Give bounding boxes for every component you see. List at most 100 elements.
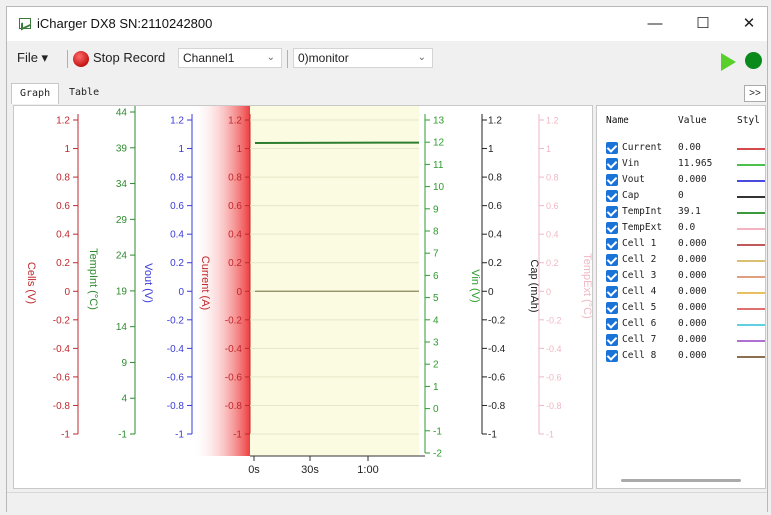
series-style-line[interactable] xyxy=(737,180,765,182)
series-row[interactable]: Cell 6 0.000 xyxy=(597,316,765,332)
cap-tick-label: 1 xyxy=(488,144,494,155)
series-style-line[interactable] xyxy=(737,196,765,198)
series-checkbox[interactable] xyxy=(606,270,618,282)
series-row[interactable]: Cell 1 0.000 xyxy=(597,236,765,252)
series-row[interactable]: Cell 7 0.000 xyxy=(597,332,765,348)
series-style-line[interactable] xyxy=(737,164,765,166)
current-tick-label: -0.6 xyxy=(225,372,243,383)
series-row[interactable]: Cell 3 0.000 xyxy=(597,268,765,284)
cap-tick-label: 0.2 xyxy=(488,258,502,269)
series-checkbox[interactable] xyxy=(606,334,618,346)
cells-tick-label: 1.2 xyxy=(56,116,70,127)
cap-tick-label: -0.8 xyxy=(488,401,506,412)
vin-tick-label: 5 xyxy=(433,293,439,304)
vin-tick-label: -2 xyxy=(433,449,442,460)
series-checkbox[interactable] xyxy=(606,158,618,170)
series-style-line[interactable] xyxy=(737,340,765,342)
series-row[interactable]: Cell 8 0.000 xyxy=(597,348,765,364)
tempext-tick-label: 0.2 xyxy=(546,258,559,268)
cells-tick-label: -0.2 xyxy=(53,315,71,326)
current-tick-label: 1 xyxy=(236,144,242,155)
series-style-line[interactable] xyxy=(737,212,765,214)
maximize-button[interactable]: ☐ xyxy=(683,13,723,35)
graph-area[interactable]: 1.2 1 0.8 0.6 0.4 0.2 0 -0.2 -0.4 -0.6 -0.8 -1 Cells… xyxy=(13,105,593,489)
series-name: Cell 8 xyxy=(622,350,657,361)
horizontal-scrollbar[interactable] xyxy=(621,479,741,482)
series-name: Cell 2 xyxy=(622,254,657,265)
series-checkbox[interactable] xyxy=(606,174,618,186)
series-checkbox[interactable] xyxy=(606,206,618,218)
vout-tick-label: -1 xyxy=(175,430,184,441)
panel-header-name: Name xyxy=(606,115,629,126)
vin-axis-title: Vin (V) xyxy=(469,269,481,302)
vout-tick-label: -0.6 xyxy=(167,372,185,383)
expand-panel-button[interactable]: >> xyxy=(744,85,766,102)
series-row[interactable]: Cell 5 0.000 xyxy=(597,300,765,316)
vin-tick-label: 1 xyxy=(433,382,439,393)
series-checkbox[interactable] xyxy=(606,222,618,234)
series-row[interactable]: Cap 0 xyxy=(597,188,765,204)
series-style-line[interactable] xyxy=(737,148,765,150)
series-row[interactable]: TempExt 0.0 xyxy=(597,220,765,236)
series-checkbox[interactable] xyxy=(606,318,618,330)
series-name: Cell 1 xyxy=(622,238,657,249)
series-checkbox[interactable] xyxy=(606,142,618,154)
cells-tick-label: 0.4 xyxy=(56,230,70,241)
series-style-line[interactable] xyxy=(737,228,765,230)
current-tick-label: 0.8 xyxy=(228,173,242,184)
series-checkbox[interactable] xyxy=(606,286,618,298)
series-row[interactable]: Cell 2 0.000 xyxy=(597,252,765,268)
record-icon[interactable] xyxy=(73,51,89,67)
series-checkbox[interactable] xyxy=(606,238,618,250)
cells-tick-label: 0.8 xyxy=(56,173,70,184)
series-row[interactable]: Vout 0.000 xyxy=(597,172,765,188)
series-checkbox[interactable] xyxy=(606,302,618,314)
toolbar: File ▾ Stop Record Channel1 ⌄ 0)monitor … xyxy=(7,41,767,75)
series-value: 0.000 xyxy=(678,174,707,185)
series-value: 0.000 xyxy=(678,318,707,329)
series-name: Vout xyxy=(622,174,645,185)
series-name: Cell 5 xyxy=(622,302,657,313)
tempext-tick-label: -0.6 xyxy=(546,372,562,382)
series-row[interactable]: Current 0.00 xyxy=(597,140,765,156)
series-style-line[interactable] xyxy=(737,260,765,262)
series-checkbox[interactable] xyxy=(606,254,618,266)
app-window: iCharger DX8 SN:2110242800 — ☐ ✕ File ▾ … xyxy=(6,6,769,513)
current-tick-label: -1 xyxy=(233,430,242,441)
series-row[interactable]: TempInt 39.1 xyxy=(597,204,765,220)
tempext-tick-label: 0 xyxy=(546,287,551,297)
tab-graph[interactable]: Graph xyxy=(11,83,60,104)
cells-tick-label: 1 xyxy=(64,144,70,155)
monitor-select[interactable]: 0)monitor ⌄ xyxy=(293,48,433,68)
close-button[interactable]: ✕ xyxy=(729,13,769,35)
current-tick-label: -0.8 xyxy=(225,401,243,412)
vin-tick-label: 10 xyxy=(433,182,445,193)
vout-tick-label: 0.8 xyxy=(170,173,184,184)
series-value: 0.000 xyxy=(678,302,707,313)
series-style-line[interactable] xyxy=(737,244,765,246)
stop-record-button[interactable]: Stop Record xyxy=(93,50,165,65)
series-checkbox[interactable] xyxy=(606,350,618,362)
status-dot-icon[interactable] xyxy=(745,52,762,69)
file-menu[interactable]: File ▾ xyxy=(17,50,48,66)
series-style-line[interactable] xyxy=(737,292,765,294)
channel-select[interactable]: Channel1 ⌄ xyxy=(178,48,282,68)
series-row[interactable]: Vin 11.965 xyxy=(597,156,765,172)
minimize-button[interactable]: — xyxy=(635,13,675,35)
vin-tick-label: 13 xyxy=(433,116,445,127)
current-axis-title: Current (A) xyxy=(199,256,211,310)
window-title: iCharger DX8 SN:2110242800 xyxy=(37,16,213,31)
vin-tick-label: 8 xyxy=(433,227,439,238)
series-style-line[interactable] xyxy=(737,276,765,278)
series-checkbox[interactable] xyxy=(606,190,618,202)
series-style-line[interactable] xyxy=(737,324,765,326)
play-icon[interactable] xyxy=(721,53,736,71)
cap-tick-label: -0.4 xyxy=(488,344,506,355)
tab-table[interactable]: Table xyxy=(61,83,107,103)
series-style-line[interactable] xyxy=(737,308,765,310)
cap-tick-label: 0.8 xyxy=(488,173,502,184)
series-value: 11.965 xyxy=(678,158,713,169)
series-style-line[interactable] xyxy=(737,356,765,358)
series-row[interactable]: Cell 4 0.000 xyxy=(597,284,765,300)
series-panel: Name Value Styl Current 0.00 Vin 11.965 Vout… xyxy=(596,105,766,489)
